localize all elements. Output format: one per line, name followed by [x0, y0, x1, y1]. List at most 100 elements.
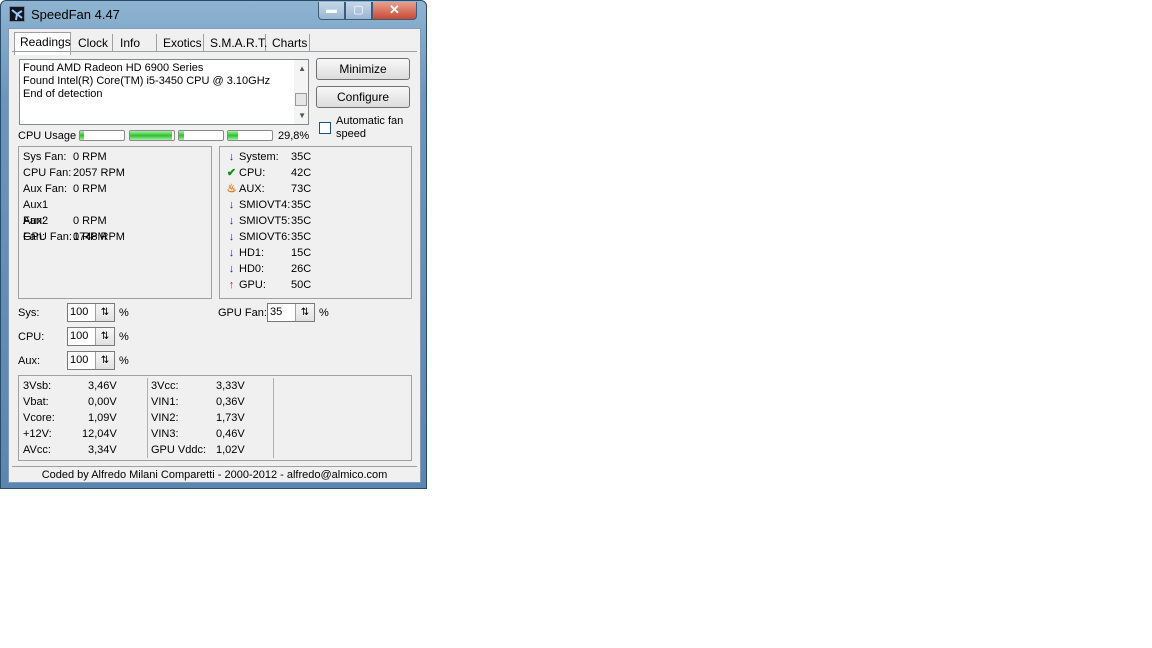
voltage-label: Vbat:	[23, 396, 49, 408]
sys-speed-spinner[interactable]: 100 ⇅	[67, 303, 115, 322]
temp-value: 35C	[291, 231, 312, 243]
spinner-arrows-icon[interactable]: ⇅	[95, 304, 114, 321]
tab-clock[interactable]: Clock	[73, 34, 113, 52]
temp-label: HD1:	[239, 247, 265, 259]
cpu-usage-label: CPU Usage	[18, 130, 77, 142]
cpu-speed-value: 100	[70, 330, 89, 342]
tab-exotics[interactable]: Exotics	[158, 34, 204, 52]
voltage-label: 3Vsb:	[23, 380, 52, 392]
arrow-down-icon: ↓	[228, 199, 235, 211]
temp-value: 26C	[291, 263, 312, 275]
gpu-fan-speed-unit: %	[319, 307, 329, 319]
temp-reading: ↓ SMIOVT4:35C	[224, 197, 311, 213]
cpu-speed-label: CPU:	[18, 331, 45, 343]
gpu-fan-speed-value: 35	[270, 306, 283, 318]
temperatures-box: ↓ System: 35C ✔ CPU: 42C ♨ AUX: 73C ↓ SMIOVT4:3…	[219, 146, 412, 299]
voltage-value: 3,34V	[88, 444, 117, 456]
aux-speed-value: 100	[70, 354, 89, 366]
voltage-value: 12,04V	[82, 428, 117, 440]
fan-speeds-box: Sys Fan: 0 RPM CPU Fan: 2057 RPM Aux Fan: 0…	[18, 146, 212, 299]
log-line: Found AMD Radeon HD 6900 Series	[23, 62, 204, 74]
temp-reading: ↓ SMIOVT5:35C	[224, 213, 311, 229]
fan-label: CPU Fan:	[23, 167, 72, 179]
readings-panel: Readings Clock Info Exotics S.M.A.R.T. C…	[8, 28, 421, 483]
fan-label: Sys Fan:	[23, 151, 67, 163]
cpu-core-bar	[129, 130, 175, 141]
temp-reading: ♨ AUX: 73C	[224, 181, 312, 197]
spinner-arrows-icon[interactable]: ⇅	[295, 304, 314, 321]
voltage-value: 0,00V	[88, 396, 117, 408]
arrow-down-icon: ↓	[228, 247, 235, 259]
arrow-down-icon: ↓	[228, 215, 235, 227]
detection-log[interactable]: Found AMD Radeon HD 6900 Series Found In…	[19, 59, 309, 125]
cpu-core-bar-fill	[130, 131, 172, 140]
spinner-arrows-icon[interactable]: ⇅	[95, 352, 114, 369]
tab-divider	[12, 51, 417, 52]
cpu-speed-unit: %	[119, 331, 129, 343]
fan-value: 1748 RPM	[73, 231, 125, 243]
aux-speed-label: Aux:	[18, 355, 41, 367]
check-icon: ✔	[226, 167, 237, 179]
voltage-label: VIN3:	[151, 428, 179, 440]
speedfan-window: SpeedFan 4.47 ▬ ▢ ✕ Readings Clock Info …	[0, 0, 427, 489]
automatic-fan-speed-label: Automatic fan speed	[336, 115, 404, 140]
window-minimize-button[interactable]: ▬	[318, 2, 345, 20]
voltage-label: +12V:	[23, 428, 52, 440]
temp-reading: ↓ SMIOVT6:35C	[224, 229, 311, 245]
cpu-core-bar	[79, 130, 125, 141]
voltage-column-divider	[273, 378, 274, 458]
voltage-label: 3Vcc:	[151, 380, 179, 392]
cpu-core-bar	[227, 130, 273, 141]
fan-reading: Aux2 Fan: 0 RPM	[23, 213, 107, 243]
temp-value: 35C	[291, 199, 312, 211]
arrow-down-icon: ↓	[228, 231, 235, 243]
log-scrollbar[interactable]: ▲ ▼	[294, 60, 308, 124]
tab-info[interactable]: Info	[115, 34, 157, 52]
voltage-label: VIN2:	[151, 412, 179, 424]
fan-value: 2057 RPM	[73, 167, 125, 179]
cpu-core-bar-fill	[179, 131, 185, 140]
fan-reading: GPU Fan:1748 RPM	[23, 229, 125, 245]
voltage-value: 0,46V	[216, 428, 245, 440]
minimize-button[interactable]: Minimize	[316, 58, 410, 80]
window-maximize-button[interactable]: ▢	[345, 2, 372, 20]
spinner-arrows-icon[interactable]: ⇅	[95, 328, 114, 345]
scroll-up-icon[interactable]: ▲	[298, 62, 306, 75]
temp-label: System:	[239, 151, 279, 163]
temp-label: GPU:	[239, 279, 266, 291]
tab-charts[interactable]: Charts	[267, 34, 310, 52]
fan-value: 0 RPM	[73, 151, 107, 163]
voltage-label: VIN1:	[151, 396, 179, 408]
scroll-down-icon[interactable]: ▼	[298, 109, 306, 122]
cpu-speed-spinner[interactable]: 100 ⇅	[67, 327, 115, 346]
voltage-label: AVcc:	[23, 444, 51, 456]
aux-speed-spinner[interactable]: 100 ⇅	[67, 351, 115, 370]
voltages-box: 3Vsb: 3,46V Vbat: 0,00V Vcore: 1,09V +12…	[18, 375, 412, 461]
voltage-column-divider	[147, 378, 148, 458]
temp-label: AUX:	[239, 183, 265, 195]
voltage-value: 3,33V	[216, 380, 245, 392]
arrow-down-icon: ↓	[228, 263, 235, 275]
title-bar[interactable]: SpeedFan 4.47 ▬ ▢ ✕	[1, 1, 426, 27]
cpu-core-bar-fill	[80, 131, 84, 140]
fan-reading: Sys Fan: 0 RPM	[23, 149, 107, 165]
voltage-value: 1,09V	[88, 412, 117, 424]
fan-label: GPU Fan:	[23, 231, 72, 243]
temp-label: SMIOVT4:	[239, 199, 291, 211]
temp-reading: ↓ System: 35C	[224, 149, 311, 165]
window-title: SpeedFan 4.47	[31, 7, 120, 22]
automatic-fan-speed-checkbox[interactable]	[319, 122, 331, 134]
sys-speed-label: Sys:	[18, 307, 40, 319]
temp-reading: ↓ HD1: 15C	[224, 245, 311, 261]
tab-smart[interactable]: S.M.A.R.T.	[205, 34, 267, 52]
gpu-fan-speed-spinner[interactable]: 35 ⇅	[267, 303, 315, 322]
configure-button[interactable]: Configure	[316, 86, 410, 108]
temp-label: CPU:	[239, 167, 266, 179]
fan-value: 0 RPM	[73, 183, 107, 195]
scroll-thumb[interactable]	[295, 93, 307, 106]
arrow-up-icon: ↑	[228, 279, 235, 291]
cpu-core-bar	[178, 130, 224, 141]
temp-value: 73C	[291, 183, 312, 195]
window-close-button[interactable]: ✕	[372, 2, 417, 20]
fan-reading: Aux Fan: 0 RPM	[23, 181, 107, 197]
